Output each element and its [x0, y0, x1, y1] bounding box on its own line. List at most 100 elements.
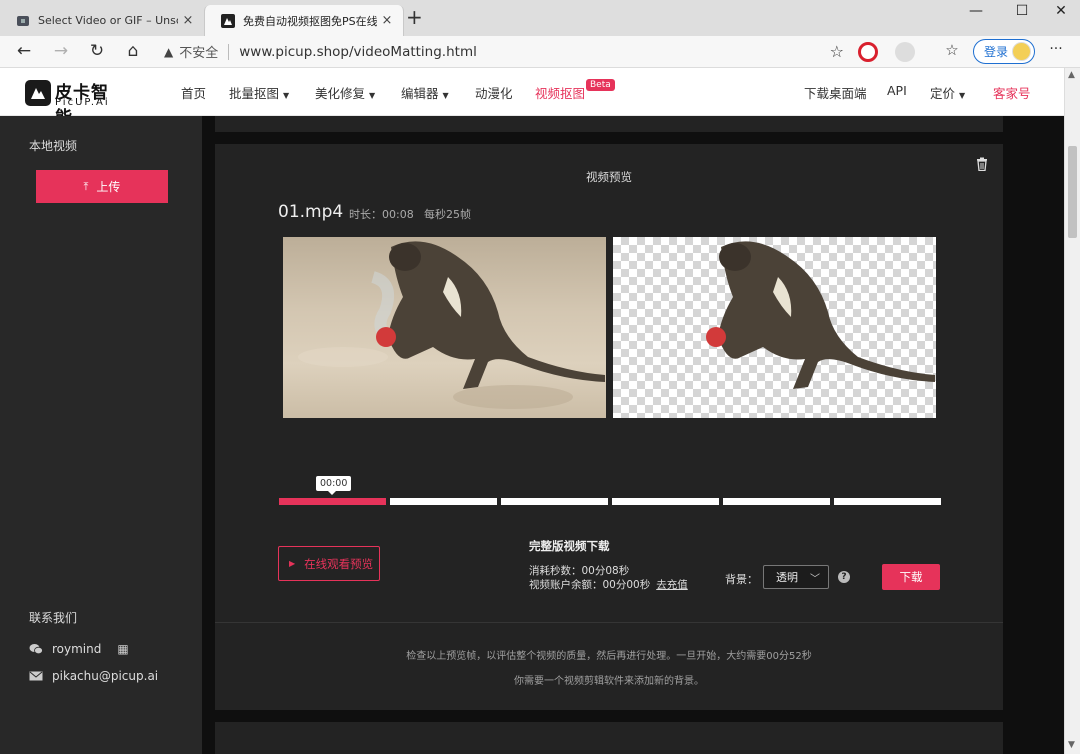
monkey-image [298, 241, 605, 409]
account-balance: 视频账户余额：00分00秒 [529, 579, 651, 591]
minimize-button[interactable]: — [961, 3, 991, 19]
wechat-row: roymind ▦ [29, 642, 129, 656]
upload-button[interactable]: ⤒ 上传 [36, 170, 168, 203]
site-logo[interactable]: 皮卡智能 PicUP.Ai [25, 78, 125, 128]
video-icon [17, 15, 29, 26]
mail-icon [29, 671, 43, 681]
nav-anime[interactable]: 动漫化 [475, 83, 513, 102]
qr-code-icon[interactable]: ▦ [117, 642, 128, 656]
divider [215, 622, 1003, 623]
recharge-link[interactable]: 去充值 [656, 579, 688, 591]
wechat-id: roymind [52, 642, 102, 656]
nav-editor[interactable]: 编辑器 ▼ [401, 83, 449, 102]
scroll-down-icon[interactable]: ▼ [1068, 740, 1075, 750]
login-button[interactable]: 登录 [973, 39, 1035, 64]
nav-home[interactable]: 首页 [181, 83, 206, 102]
watch-preview-button[interactable]: ▶ 在线观看预览 [278, 546, 380, 581]
alpha-frame [613, 237, 936, 418]
close-window-button[interactable]: ✕ [1046, 3, 1076, 19]
nav-video-cutout[interactable]: 视频抠图 [535, 83, 585, 102]
caret-down-icon: ▼ [369, 91, 376, 100]
extension-icon[interactable] [895, 42, 915, 62]
timeline-segment[interactable] [279, 498, 386, 505]
nav-beautify[interactable]: 美化修复 ▼ [315, 83, 375, 102]
email-row: pikachu@picup.ai [29, 669, 158, 683]
url-text: www.picup.shop/videoMatting.html [239, 43, 477, 60]
site-header: 皮卡智能 PicUP.Ai 首页 批量抠图▼ 美化修复▼ 编辑器▼ 动漫化 视频… [0, 68, 1064, 128]
nav-label: 美化修复 [315, 86, 366, 101]
extension-icon[interactable] [858, 42, 878, 62]
background-select[interactable]: 透明 ﹀ [763, 565, 829, 589]
nav-batch-cutout[interactable]: 批量抠图 ▼ [229, 83, 289, 102]
preview-title: 视频预览 [586, 170, 632, 184]
nav-label: 下载桌面端 [804, 86, 867, 101]
nav-label: 视频抠图 [535, 86, 586, 101]
nav-account[interactable]: 客家号 [993, 83, 1031, 102]
editing-note: 你需要一个视频剪辑软件来添加新的背景。 [514, 676, 704, 687]
tab-unscreen[interactable]: Select Video or GIF – Unscreen × [0, 5, 204, 36]
picup-favicon-icon [221, 13, 235, 28]
login-label: 登录 [984, 45, 1009, 59]
background-value: 透明 [776, 571, 798, 584]
collections-icon[interactable]: ☆ [941, 41, 963, 59]
warning-icon: ▲ [164, 44, 174, 59]
nav-label: 批量抠图 [229, 86, 280, 101]
forward-button[interactable]: → [50, 41, 72, 61]
beta-badge: Beta [586, 79, 615, 91]
nav-api[interactable]: API [887, 83, 907, 98]
download-title: 完整版视频下载 [529, 539, 610, 553]
timeline-segment[interactable] [723, 498, 830, 505]
next-card [215, 722, 1003, 754]
trash-icon[interactable] [976, 157, 988, 171]
nav-label: 客家号 [993, 86, 1031, 101]
new-tab-button[interactable]: + [406, 7, 423, 27]
tab-picup[interactable]: 免费自动视频抠图免PS在线一键 × [204, 5, 404, 36]
timeline-segment[interactable] [612, 498, 719, 505]
caret-down-icon: ▼ [959, 91, 966, 100]
download-button[interactable]: 下载 [882, 564, 940, 590]
watch-preview-label: 在线观看预览 [304, 556, 374, 571]
file-name: 01.mp4 [278, 202, 344, 222]
sidebar-title: 本地视频 [29, 139, 78, 153]
close-tab-icon[interactable]: × [178, 13, 198, 28]
nav-label: API [887, 83, 907, 98]
email-address[interactable]: pikachu@picup.ai [52, 669, 158, 683]
close-tab-icon[interactable]: × [377, 13, 397, 28]
duration: 时长：00:08 [349, 208, 414, 221]
divider [228, 43, 230, 60]
reload-button[interactable]: ↻ [86, 41, 108, 61]
scroll-up-icon[interactable]: ▲ [1068, 70, 1075, 80]
url-field[interactable]: ▲ 不安全 www.picup.shop/videoMatting.html ☆ [156, 38, 844, 65]
scroll-thumb[interactable] [1068, 146, 1077, 238]
help-icon[interactable]: ? [838, 571, 850, 583]
back-button[interactable]: ← [13, 41, 35, 61]
processing-note: 检查以上预览帧，以评估整个视频的质量，然后再进行处理。一旦开始，大约需要00分5… [406, 651, 812, 662]
nav-label: 首页 [181, 86, 207, 101]
nav-download-desktop[interactable]: 下载桌面端 [804, 83, 867, 102]
timeline-segment[interactable] [390, 498, 497, 505]
menu-button[interactable]: ··· [1045, 41, 1067, 57]
maximize-button[interactable]: ☐ [1007, 3, 1037, 19]
home-button[interactable]: ⌂ [122, 41, 144, 61]
tab-bar: Select Video or GIF – Unscreen × 免费自动视频抠… [0, 0, 1080, 36]
wechat-icon [29, 644, 43, 655]
favorite-star-icon[interactable]: ☆ [830, 42, 844, 61]
background-label: 背景： [725, 573, 758, 586]
upload-label: 上传 [96, 180, 121, 194]
timeline-segment[interactable] [834, 498, 941, 505]
previous-card [215, 116, 1003, 132]
contact-title: 联系我们 [29, 611, 78, 625]
video-preview-card: 视频预览 01.mp4 时长：00:08 每秒25帧 [215, 144, 1003, 710]
monkey-cutout-image [706, 241, 935, 389]
caret-down-icon: ▼ [283, 91, 290, 100]
tab-title: Select Video or GIF – Unscreen [38, 14, 178, 27]
timeline-segment[interactable] [501, 498, 608, 505]
security-label: 不安全 [179, 46, 219, 61]
vertical-scrollbar[interactable]: ▲ ▼ [1064, 68, 1080, 754]
sidebar: 本地视频 ⤒ 上传 联系我们 roymind ▦ pikachu@picup.a… [0, 116, 202, 754]
nav-label: 动漫化 [475, 86, 513, 101]
tab-title: 免费自动视频抠图免PS在线一键 [243, 14, 377, 28]
balance-row: 视频账户余额：00分00秒 去充值 [529, 577, 688, 592]
logo-mark-icon [25, 80, 51, 106]
nav-pricing[interactable]: 定价 ▼ [930, 83, 965, 102]
